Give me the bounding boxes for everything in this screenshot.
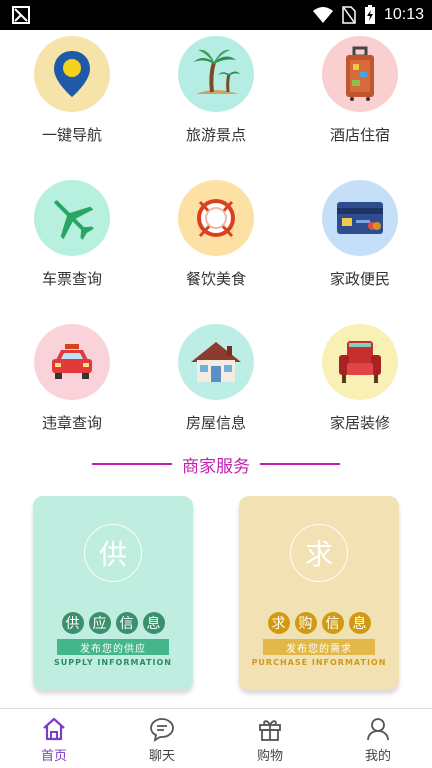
battery-charging-icon	[364, 5, 375, 24]
supply-subtitle: 发布您的供应	[57, 639, 169, 655]
tab-chat[interactable]: 聊天	[108, 709, 216, 768]
title-char: 信	[321, 612, 344, 634]
section-title: 商家服务	[182, 456, 250, 477]
grid-item-navigation[interactable]: 一键导航	[0, 30, 144, 174]
title-char: 应	[88, 612, 111, 634]
notification-icon	[12, 6, 30, 24]
airplane-icon	[34, 180, 110, 256]
grid-item-label: 餐饮美食	[185, 270, 246, 288]
grid-item-label: 房屋信息	[185, 414, 246, 432]
grid-item-tickets[interactable]: 车票查询	[0, 174, 144, 318]
title-char: 求	[267, 612, 290, 634]
chat-icon	[150, 717, 174, 742]
title-char: 息	[348, 612, 371, 634]
tab-profile[interactable]: 我的	[324, 709, 432, 768]
grid-item-decoration[interactable]: 家居装修	[288, 318, 432, 462]
title-char: 信	[115, 612, 138, 634]
grid-item-label: 车票查询	[41, 270, 102, 288]
purchase-english-label: PURCHASE INFORMATION	[251, 658, 387, 667]
purchase-title: 求 购 信 息	[239, 612, 399, 634]
grid-item-violations[interactable]: 违章查询	[0, 318, 144, 462]
supply-title: 供 应 信 息	[33, 612, 193, 634]
grid-item-label: 酒店住宿	[329, 126, 390, 144]
gift-icon	[259, 719, 281, 741]
grid-item-hotel[interactable]: 酒店住宿	[288, 30, 432, 174]
car-icon	[34, 324, 110, 400]
grid-item-label: 违章查询	[41, 414, 102, 432]
title-char: 购	[294, 612, 317, 634]
bottom-tab-bar: 首页 聊天 购物 我的	[0, 708, 432, 768]
home-icon	[43, 717, 65, 740]
tab-home[interactable]: 首页	[0, 709, 108, 768]
plate-cutlery-icon	[178, 180, 254, 256]
purchase-subtitle: 发布您的需求	[263, 639, 375, 655]
supply-emblem: 供	[84, 524, 142, 582]
tab-shopping[interactable]: 购物	[216, 709, 324, 768]
supply-info-card[interactable]: 供 供 应 信 息 发布您的供应 SUPPLY INFORMATION	[33, 496, 193, 690]
title-char: 息	[142, 612, 165, 634]
house-icon	[178, 324, 254, 400]
supply-english-label: SUPPLY INFORMATION	[54, 658, 172, 667]
no-sim-icon	[342, 6, 356, 24]
grid-item-tourism[interactable]: 旅游景点	[144, 30, 288, 174]
grid-item-label: 家居装修	[329, 414, 390, 432]
divider	[260, 463, 340, 465]
armchair-icon	[322, 324, 398, 400]
clock: 10:13	[383, 6, 424, 23]
palm-tree-icon	[178, 36, 254, 112]
section-header: 商家服务	[0, 452, 432, 477]
divider	[92, 463, 172, 465]
grid-item-housekeeping[interactable]: 家政便民	[288, 174, 432, 318]
title-char: 供	[61, 612, 84, 634]
map-pin-icon	[34, 36, 110, 112]
tab-label: 我的	[364, 748, 391, 764]
tab-label: 购物	[256, 748, 283, 764]
status-bar: 10:13	[0, 0, 432, 30]
purchase-info-card[interactable]: 求 求 购 信 息 发布您的需求 PURCHASE INFORMATION	[239, 496, 399, 690]
grid-item-food[interactable]: 餐饮美食	[144, 174, 288, 318]
tab-label: 聊天	[148, 748, 175, 764]
tab-label: 首页	[40, 748, 67, 764]
grid-item-housing[interactable]: 房屋信息	[144, 318, 288, 462]
grid-item-label: 一键导航	[41, 126, 102, 144]
luggage-icon	[322, 36, 398, 112]
grid-item-label: 家政便民	[329, 270, 390, 288]
purchase-emblem: 求	[290, 524, 348, 582]
wifi-icon	[312, 7, 333, 23]
user-icon	[367, 717, 389, 740]
credit-card-icon	[322, 180, 398, 256]
grid-item-label: 旅游景点	[185, 126, 246, 144]
